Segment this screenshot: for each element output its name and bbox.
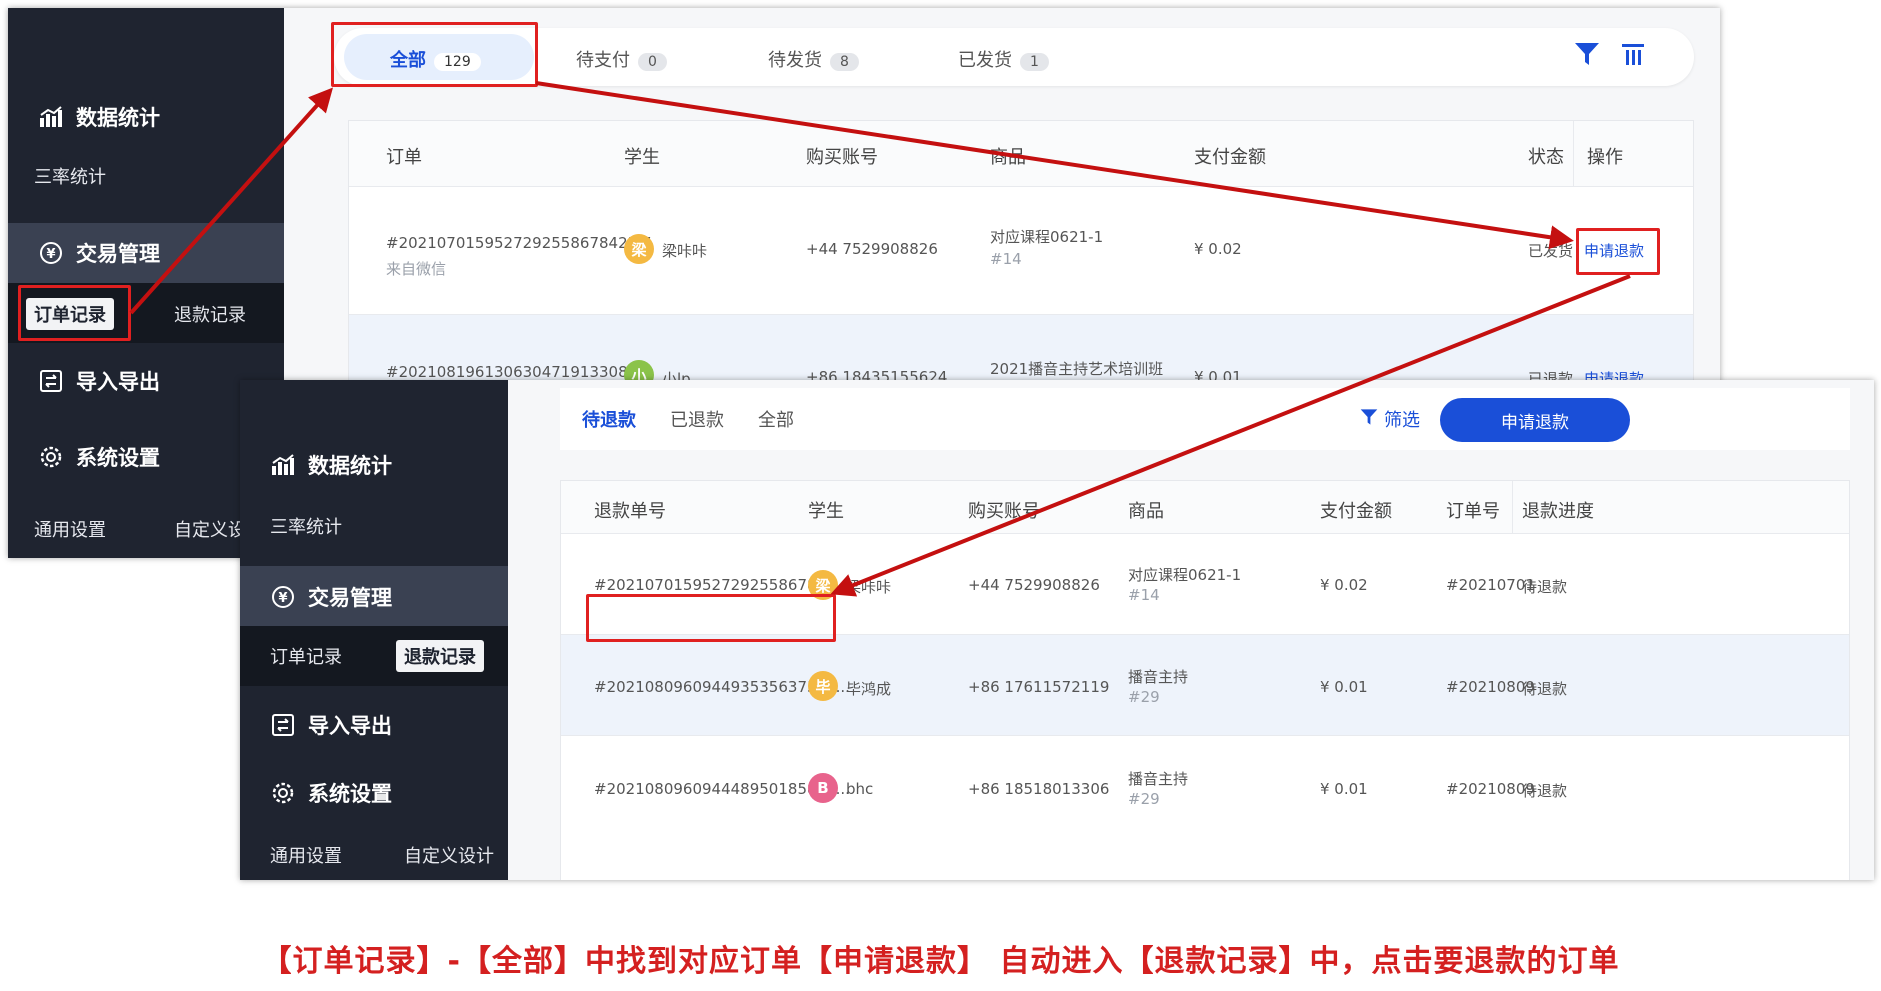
instruction-caption: 【订单记录】-【全部】中找到对应订单【申请退款】 自动进入【退款记录】中，点击要… [261,944,1620,979]
arrow-orders-to-tab [129,87,334,315]
arrow-apply-to-refund [830,274,1631,597]
arrow-tab-to-apply [535,81,1574,250]
annotation-arrows [129,81,1631,597]
